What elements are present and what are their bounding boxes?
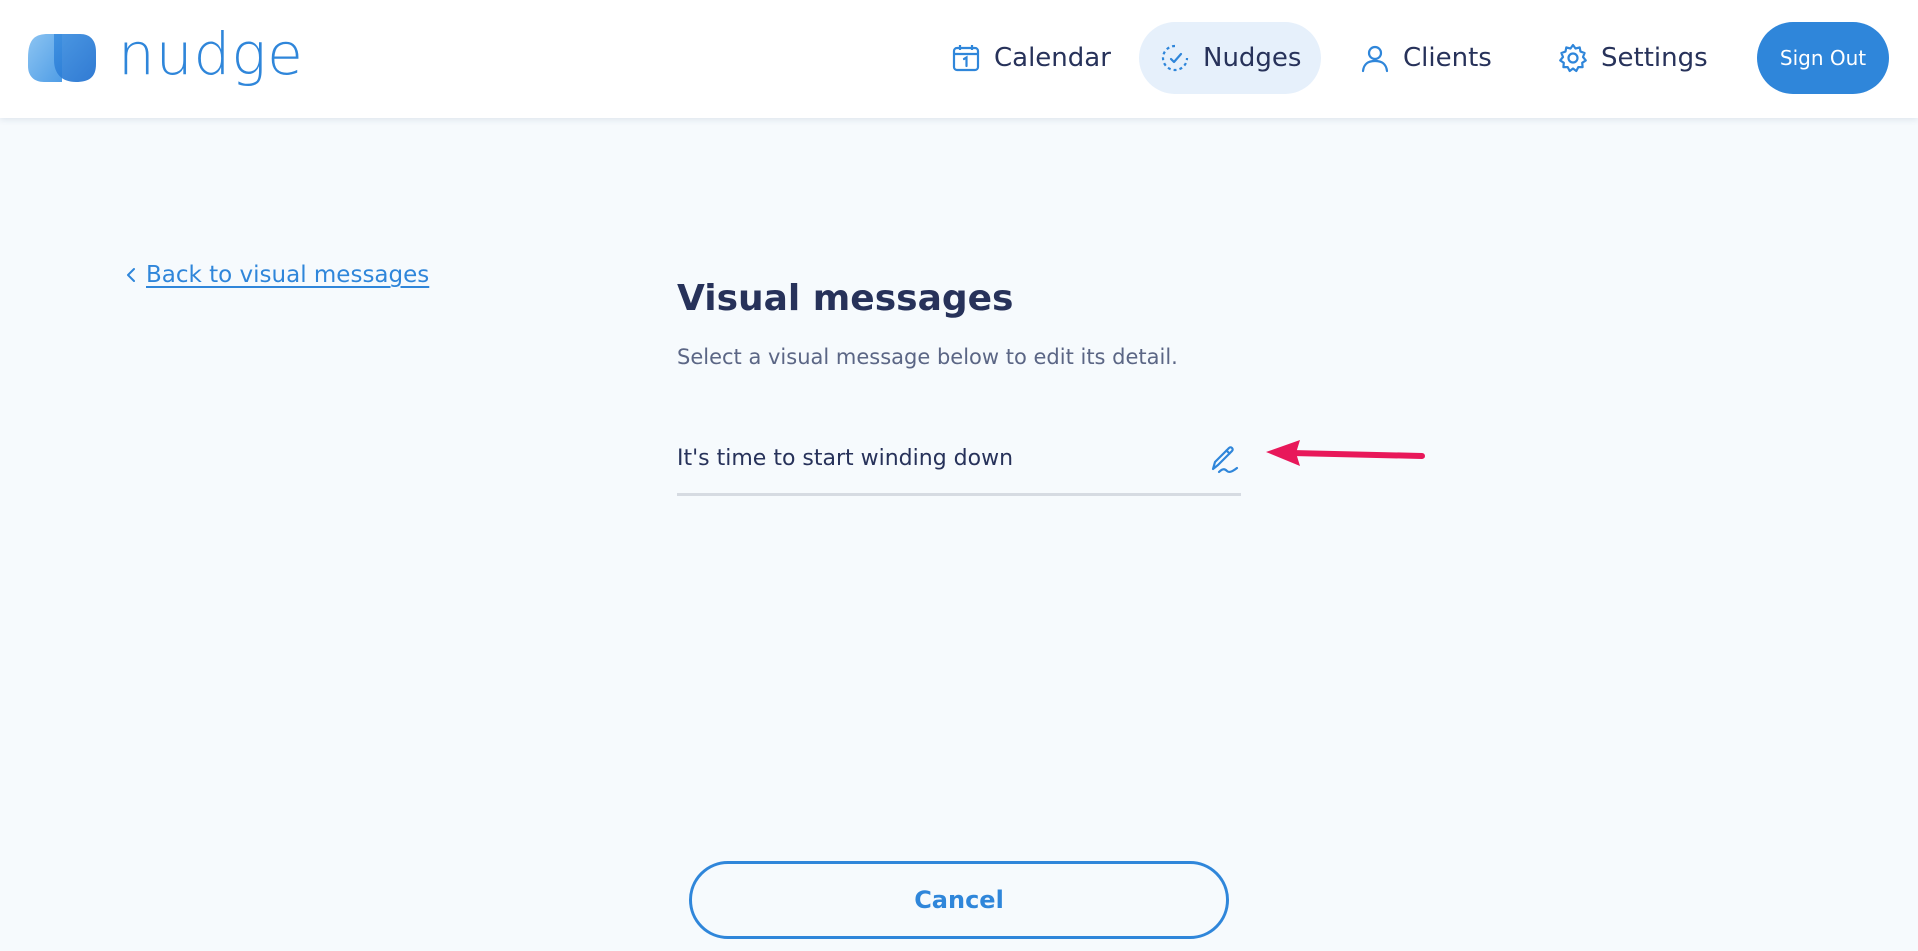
gear-icon (1559, 43, 1587, 73)
pen-icon[interactable] (1205, 442, 1241, 478)
nudge-logo-icon (28, 34, 96, 82)
visual-message-text: It's time to start winding down (677, 446, 1014, 471)
nav-item-settings[interactable]: Settings (1537, 22, 1728, 94)
nav-item-label: Nudges (1203, 43, 1302, 73)
sign-out-button[interactable]: Sign Out (1757, 22, 1889, 94)
chevron-left-icon (127, 268, 135, 282)
top-bar: nudge Calendar Nudges Clients Settings S… (0, 0, 1918, 118)
nav-item-label: Settings (1601, 43, 1708, 73)
logo-text: nudge (118, 20, 304, 88)
logo[interactable]: nudge (28, 20, 304, 88)
back-link-label: Back to visual messages (146, 262, 430, 288)
nudges-icon (1161, 44, 1189, 72)
arrow-left-icon (1266, 440, 1425, 466)
nav-item-label: Clients (1403, 43, 1492, 73)
visual-message-item[interactable]: It's time to start winding down (677, 432, 1241, 496)
page-title: Visual messages (677, 278, 1014, 319)
page-subtitle: Select a visual message below to edit it… (677, 345, 1178, 369)
cancel-button[interactable]: Cancel (689, 861, 1229, 939)
back-to-visual-messages-link[interactable]: Back to visual messages (124, 262, 429, 288)
nav-item-label: Calendar (994, 43, 1111, 73)
calendar-icon (952, 45, 980, 72)
nav-item-clients[interactable]: Clients (1339, 22, 1512, 94)
nav-item-nudges[interactable]: Nudges (1139, 22, 1322, 94)
user-icon (1361, 45, 1389, 73)
nav-item-calendar[interactable]: Calendar (930, 22, 1131, 94)
